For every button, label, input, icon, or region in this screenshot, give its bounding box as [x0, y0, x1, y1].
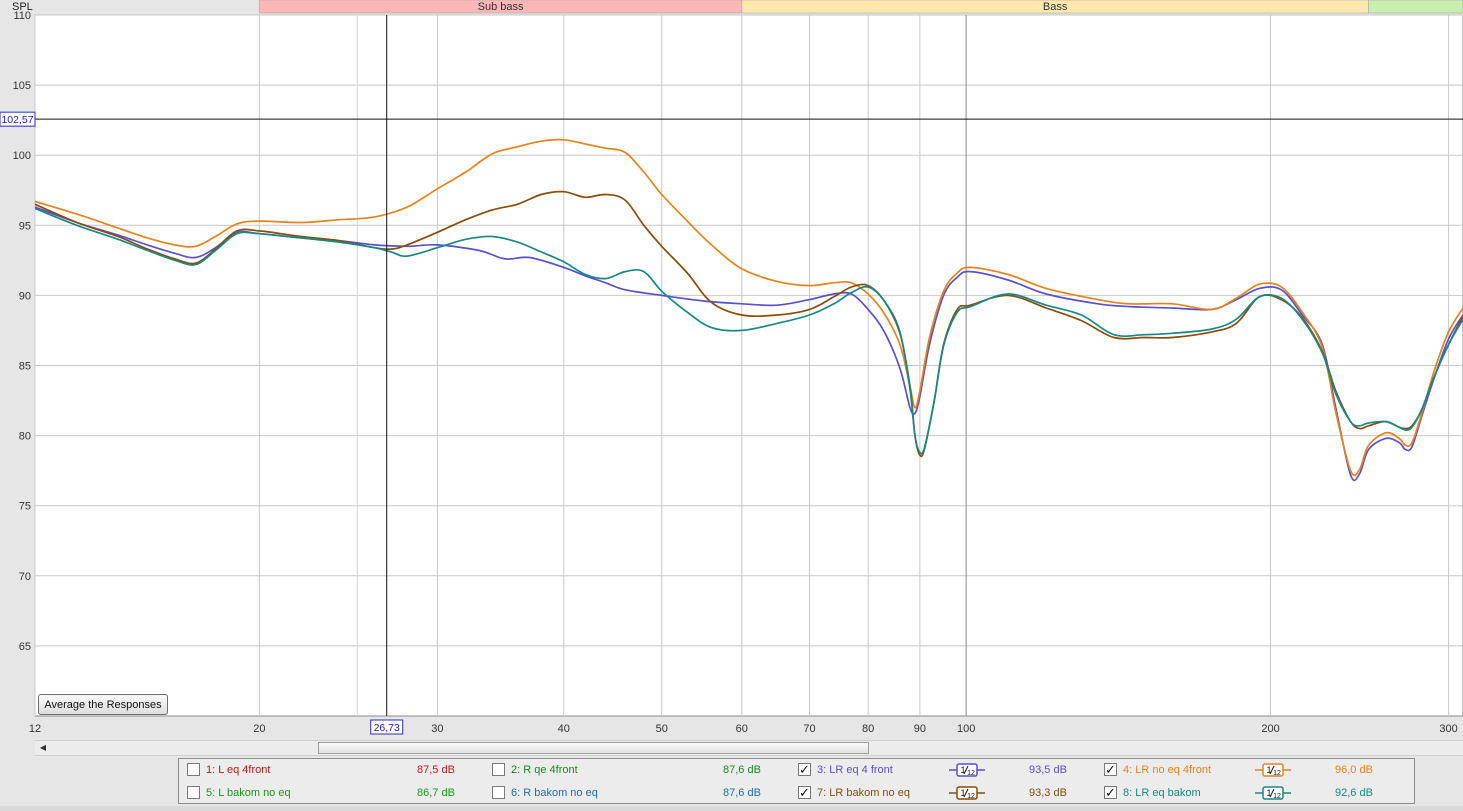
frequency-response-chart[interactable]: Sub bass BassSPL6570758085909510010511012… [0, 0, 1463, 740]
smoothing-icon[interactable]: 1 12 [1255, 763, 1291, 777]
y-tick-label: 105 [13, 80, 31, 92]
legend-label: 4: LR no eq 4front [1123, 764, 1212, 776]
y-tick-label: 65 [19, 641, 31, 653]
x-tick-label: 50 [656, 723, 668, 735]
smoothing-denominator: 12 [1273, 770, 1281, 777]
x-tick-label: 12 [29, 723, 41, 735]
legend-spl-value: 93,5 dB [1029, 764, 1067, 776]
y-tick-label: 90 [19, 290, 31, 302]
legend-label: 8: LR eq bakom [1123, 787, 1201, 799]
legend-label: 5: L bakom no eq [206, 787, 291, 799]
y-tick-label: 80 [19, 431, 31, 443]
frequency-band-label: Sub bass [478, 1, 524, 13]
smoothing-denominator: 12 [967, 793, 975, 800]
legend-label: 6: R bakom no eq [511, 787, 598, 799]
x-tick-label: 40 [558, 723, 570, 735]
cursor-x-readout: 26,73 [374, 722, 400, 734]
legend-checkbox[interactable] [492, 786, 505, 799]
x-tick-label: 300 [1439, 723, 1457, 735]
smoothing-icon[interactable]: 1 12 [949, 763, 985, 777]
legend-spl-value: 96,0 dB [1335, 764, 1373, 776]
legend-spl-value: 87,5 dB [417, 764, 455, 776]
y-tick-label: 85 [19, 361, 31, 373]
smoothing-icon[interactable]: 1 12 [1255, 786, 1291, 800]
legend-checkbox[interactable]: ✓ [798, 786, 811, 799]
horizontal-scrollbar[interactable]: ◀ [35, 740, 1463, 756]
x-tick-label: 100 [957, 723, 975, 735]
legend-label: 2: R qe 4front [511, 764, 578, 776]
legend-checkbox[interactable] [187, 786, 200, 799]
x-tick-label: 20 [253, 723, 265, 735]
y-tick-label: 110 [13, 10, 31, 22]
status-strip [0, 806, 1463, 811]
legend-checkbox[interactable]: ✓ [1104, 786, 1117, 799]
smoothing-icon[interactable]: 1 12 [949, 786, 985, 800]
x-tick-label: 30 [431, 723, 443, 735]
legend-checkbox[interactable] [187, 763, 200, 776]
y-tick-label: 70 [19, 571, 31, 583]
legend-spl-value: 93,3 dB [1029, 787, 1067, 799]
average-responses-button[interactable]: Average the Responses [38, 694, 168, 715]
legend-checkbox[interactable]: ✓ [798, 763, 811, 776]
x-tick-label: 90 [914, 723, 926, 735]
legend-spl-value: 92,6 dB [1335, 787, 1373, 799]
scroll-thumb[interactable] [318, 742, 869, 754]
legend-spl-value: 87,6 dB [723, 787, 761, 799]
y-tick-label: 100 [13, 150, 31, 162]
legend-label: 1: L eq 4front [206, 764, 271, 776]
x-tick-label: 70 [803, 723, 815, 735]
legend-label: 7: LR bakom no eq [817, 787, 910, 799]
frequency-band [1368, 0, 1463, 14]
legend-spl-value: 86,7 dB [417, 787, 455, 799]
legend-label: 3: LR eq 4 front [817, 764, 893, 776]
smoothing-denominator: 12 [1273, 793, 1281, 800]
measurement-legend: 1: L eq 4front 87,5 dB 2: R qe 4front 87,6… [178, 758, 1415, 804]
legend-checkbox[interactable] [492, 763, 505, 776]
y-tick-label: 95 [19, 220, 31, 232]
legend-checkbox[interactable]: ✓ [1104, 763, 1117, 776]
smoothing-denominator: 12 [967, 770, 975, 777]
x-tick-label: 80 [862, 723, 874, 735]
x-tick-label: 200 [1261, 723, 1279, 735]
y-tick-label: 75 [19, 501, 31, 513]
x-tick-label: 60 [736, 723, 748, 735]
cursor-y-readout: 102,57 [1, 114, 33, 126]
scroll-left-arrow-icon[interactable]: ◀ [36, 742, 50, 754]
legend-spl-value: 87,6 dB [723, 764, 761, 776]
frequency-band-label: Bass [1043, 1, 1068, 13]
